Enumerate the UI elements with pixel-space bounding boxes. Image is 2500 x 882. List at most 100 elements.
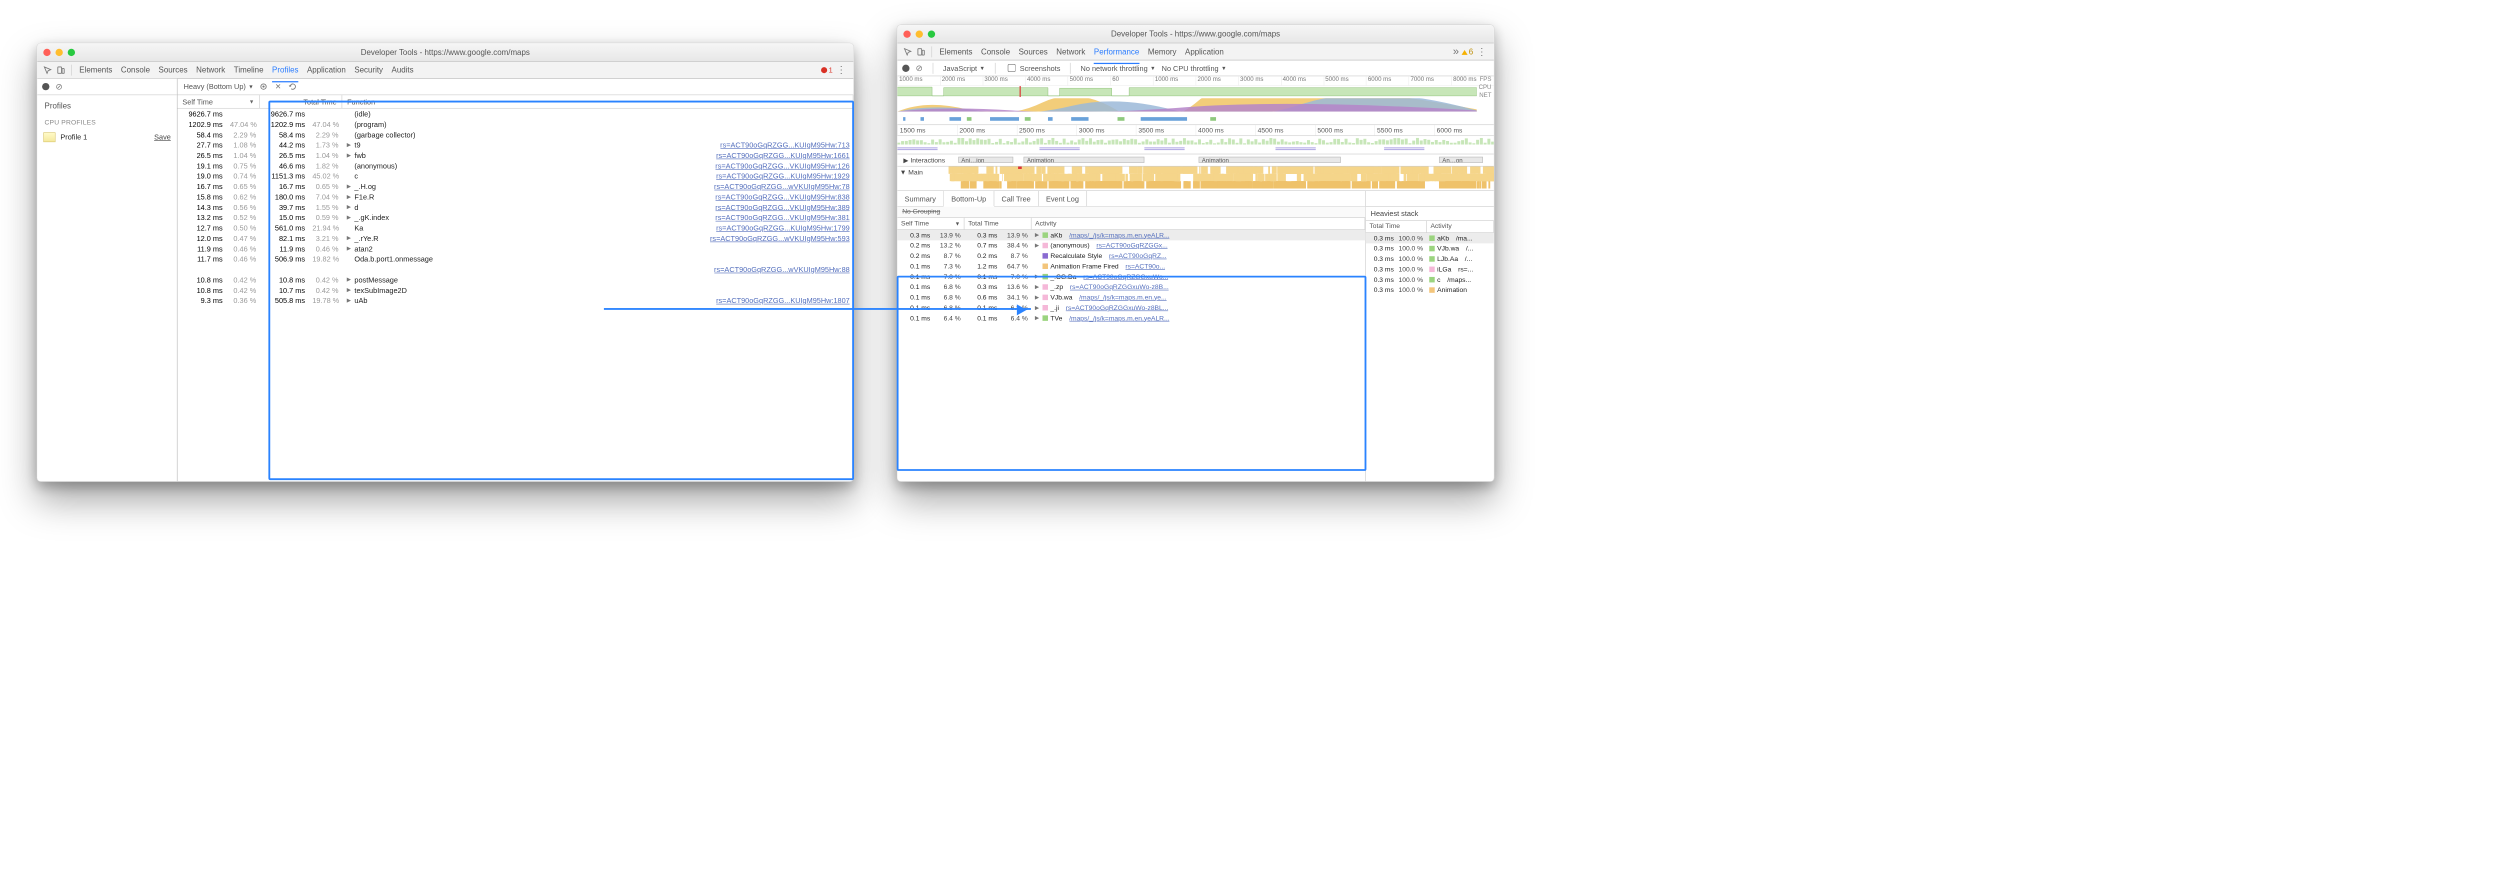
tab-call-tree[interactable]: Call Tree (994, 191, 1039, 206)
source-link[interactable]: rs=ACT90oGqRZGG...wVKUIgM95Hw:78 (714, 182, 850, 191)
source-link[interactable]: /maps/_/js/k=maps.m.en.ye... (1079, 294, 1166, 301)
overview-timeline[interactable]: 1000 ms2000 ms3000 ms4000 ms5000 ms60100… (897, 76, 1494, 125)
table-row[interactable]: 9.3 ms0.36 %505.8 ms19.78 %▶uAbrs=ACT90o… (178, 295, 854, 305)
source-link[interactable]: rs=ACT90oGqRZGGxuWo-z8BL... (1066, 304, 1169, 311)
clear-icon[interactable]: ⊘ (916, 63, 923, 73)
table-row[interactable]: 58.4 ms2.29 %58.4 ms2.29 %(garbage colle… (178, 129, 854, 139)
tab-bottom-up[interactable]: Bottom-Up (944, 191, 994, 207)
source-link[interactable]: rs=ACT90oGqRZGG...VKUIgM95Hw:389 (715, 203, 849, 212)
error-badge[interactable]: 1 (821, 66, 832, 75)
source-link[interactable]: rs=ACT90oGqRZGG...KUIgM95Hw:1661 (716, 151, 850, 160)
table-row[interactable]: 9626.7 ms9626.7 ms(idle) (178, 109, 854, 119)
table-row[interactable]: 12.7 ms0.50 %561.0 ms21.94 %Kars=ACT90oG… (178, 223, 854, 233)
table-row[interactable]: 0.1 ms6.8 %0.3 ms13.6 %▶_.zp rs=ACT90oGq… (897, 282, 1365, 292)
table-row[interactable]: 11.9 ms0.46 %11.9 ms0.46 %▶atan2 (178, 243, 854, 253)
source-link[interactable]: rs=ACT90oGqRZGG...KUIgM95Hw:1807 (716, 296, 850, 305)
zoom-icon[interactable] (68, 48, 75, 55)
table-row[interactable]: 16.7 ms0.65 %16.7 ms0.65 %▶_.H.ogrs=ACT9… (178, 181, 854, 191)
col-total-time[interactable]: Total Time (260, 95, 342, 108)
col-activity[interactable]: Activity (1032, 218, 1366, 230)
tab-timeline[interactable]: Timeline (234, 62, 264, 78)
table-row[interactable]: 0.3 ms100.0 %Animation (1366, 285, 1494, 295)
save-link[interactable]: Save (154, 133, 171, 142)
source-link[interactable]: /... (1465, 255, 1472, 262)
source-link[interactable]: rs=ACT90oGqRZ... (1109, 252, 1167, 259)
animation-bar[interactable]: Animation (1024, 157, 1144, 163)
frames-track[interactable] (897, 136, 1494, 154)
tab-summary[interactable]: Summary (897, 191, 944, 206)
focus-icon[interactable] (259, 82, 269, 92)
source-link[interactable]: rs=ACT90oGqRZGG...VKUIgM95Hw:126 (715, 161, 849, 170)
inspect-icon[interactable] (901, 45, 914, 58)
interactions-row[interactable]: ▶ Interactions Ani…ionAnimationAnimation… (897, 154, 1494, 166)
table-row[interactable]: 19.0 ms0.74 %1151.3 ms45.02 %crs=ACT90oG… (178, 171, 854, 181)
table-row[interactable]: 0.2 ms8.7 %0.2 ms8.7 %Recalculate Style … (897, 251, 1365, 261)
tab-sources[interactable]: Sources (1019, 43, 1048, 59)
tab-audits[interactable]: Audits (392, 62, 414, 78)
animation-bar[interactable]: Animation (1199, 157, 1341, 163)
view-selector[interactable]: Heavy (Bottom Up) ▼ (184, 82, 254, 91)
table-row[interactable]: 0.3 ms100.0 %aKb /ma... (1366, 233, 1494, 243)
source-link[interactable]: rs=ACT90oGqRZGGxuWo-z8B... (1070, 283, 1169, 290)
table-row[interactable]: 12.0 ms0.47 %82.1 ms3.21 %▶_.rYe.Rrs=ACT… (178, 233, 854, 243)
table-row[interactable]: 0.3 ms100.0 %iLGa rs=... (1366, 264, 1494, 274)
source-link[interactable]: rs=ACT90oGqRZGG...KUIgM95Hw:1929 (716, 172, 850, 181)
tab-network[interactable]: Network (1056, 43, 1085, 59)
tab-sources[interactable]: Sources (159, 62, 188, 78)
tab-security[interactable]: Security (354, 62, 383, 78)
source-link[interactable]: /maps... (1447, 276, 1471, 283)
minimize-icon[interactable] (56, 48, 63, 55)
table-row[interactable]: 27.7 ms1.08 %44.2 ms1.73 %▶t9rs=ACT90oGq… (178, 140, 854, 150)
source-link[interactable]: rs=ACT90oGqRZGG...KUIgM95Hw:1799 (716, 224, 850, 233)
table-row[interactable]: 0.3 ms100.0 %c /maps... (1366, 275, 1494, 285)
col-total-time[interactable]: Total Time (964, 218, 1031, 230)
col-activity[interactable]: Activity (1427, 221, 1494, 233)
network-throttle-selector[interactable]: No network throttling▼ (1081, 64, 1156, 73)
table-row[interactable]: 0.3 ms100.0 %LJb.Aa /... (1366, 254, 1494, 264)
tab-console[interactable]: Console (121, 62, 150, 78)
col-self-time[interactable]: Self Time▼ (178, 95, 260, 108)
close-icon[interactable] (903, 30, 910, 37)
minimize-icon[interactable] (916, 30, 923, 37)
table-row[interactable]: 0.1 ms6.4 %0.1 ms6.4 %▶TVe /maps/_/js/k=… (897, 313, 1365, 323)
table-row[interactable]: 13.2 ms0.52 %15.0 ms0.59 %▶_.gK.indexrs=… (178, 212, 854, 222)
kebab-menu-icon[interactable]: ⋮ (833, 64, 850, 76)
table-row[interactable]: 10.8 ms0.42 %10.8 ms0.42 %▶postMessage (178, 275, 854, 285)
record-icon[interactable] (902, 64, 909, 71)
tab-event-log[interactable]: Event Log (1039, 191, 1087, 206)
table-row[interactable]: 15.8 ms0.62 %180.0 ms7.04 %▶F1e.Rrs=ACT9… (178, 192, 854, 202)
table-row[interactable]: 11.7 ms0.46 %506.9 ms19.82 %Oda.b.port1.… (178, 254, 854, 264)
kebab-menu-icon[interactable]: ⋮ (1473, 45, 1490, 57)
tab-elements[interactable]: Elements (79, 62, 112, 78)
table-row[interactable]: 19.1 ms0.75 %46.6 ms1.82 %(anonymous)rs=… (178, 160, 854, 170)
clear-icon[interactable]: ⊘ (56, 81, 63, 91)
inspect-icon[interactable] (41, 63, 54, 76)
tab-application[interactable]: Application (1185, 43, 1224, 59)
table-row[interactable]: 0.2 ms13.2 %0.7 ms38.4 %▶(anonymous) rs=… (897, 240, 1365, 250)
table-row[interactable]: 0.3 ms100.0 %VJb.wa /... (1366, 243, 1494, 253)
tab-elements[interactable]: Elements (939, 43, 972, 59)
source-link[interactable]: rs=ACT90o... (1125, 263, 1165, 270)
grouping-selector[interactable]: No Grouping (897, 207, 1365, 218)
source-link[interactable]: rs=ACT90oGqRZGG...VKUIgM95Hw:381 (715, 213, 849, 222)
table-row[interactable]: rs=ACT90oGqRZGG...wVKUIgM95Hw:88 (178, 264, 854, 274)
table-row[interactable]: 0.1 ms6.8 %0.6 ms34.1 %▶VJb.wa /maps/_/j… (897, 292, 1365, 302)
source-link[interactable]: rs=ACT90oGqRZGG...KUIgM95Hw:713 (720, 141, 850, 150)
screenshots-checkbox[interactable]: Screenshots (1005, 62, 1060, 74)
source-link[interactable]: rs=ACT90oGqRZGG...wVKUIgM95Hw:593 (710, 234, 850, 243)
col-total-time[interactable]: Total Time (1366, 221, 1427, 233)
col-self-time[interactable]: Self Time▼ (897, 218, 964, 230)
tab-memory[interactable]: Memory (1148, 43, 1177, 59)
tab-network[interactable]: Network (196, 62, 225, 78)
record-icon[interactable] (42, 83, 49, 90)
overflow-icon[interactable]: » (1450, 45, 1461, 58)
refresh-icon[interactable] (288, 82, 298, 92)
source-link[interactable]: rs=ACT90oGqRZGG...wVKUIgM95Hw:88 (714, 265, 850, 274)
table-row[interactable]: 0.1 ms7.0 %0.1 ms7.0 %▶_.CG.Da rs=ACT90o… (897, 271, 1365, 281)
close-icon[interactable] (43, 48, 50, 55)
sidebar-item-profile[interactable]: Profile 1 Save (37, 129, 177, 146)
col-function[interactable]: Function (342, 95, 853, 108)
js-selector[interactable]: JavaScript▼ (943, 64, 985, 73)
source-link[interactable]: /maps/_/js/k=maps.m.en.yeALR... (1069, 314, 1170, 321)
table-row[interactable]: 26.5 ms1.04 %26.5 ms1.04 %▶fwbrs=ACT90oG… (178, 150, 854, 160)
